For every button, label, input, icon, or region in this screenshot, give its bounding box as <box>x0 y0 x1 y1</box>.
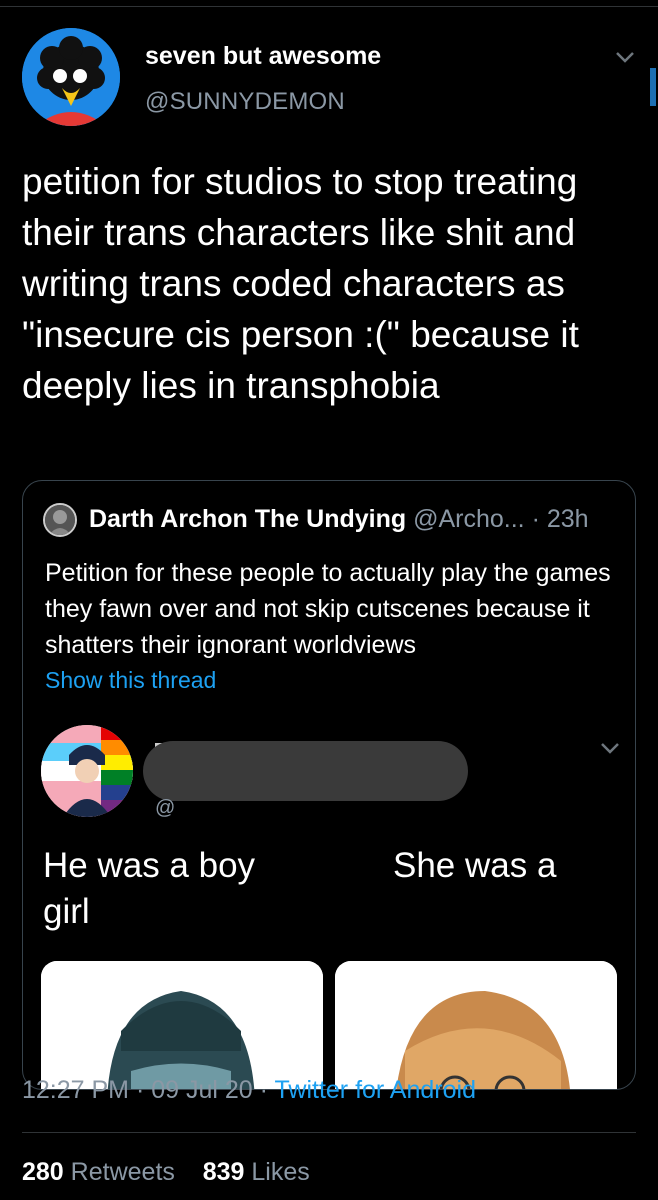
quote-avatar[interactable] <box>43 503 77 537</box>
embedded-avatar <box>41 725 133 817</box>
character-image-left <box>41 961 323 1089</box>
show-thread-link[interactable]: Show this thread <box>45 667 216 694</box>
author-name[interactable]: seven but awesome <box>145 42 381 71</box>
tweet-date: 09 Jul 20 <box>151 1076 253 1104</box>
retweets-label: Retweets <box>70 1158 175 1186</box>
stats-divider <box>22 1132 636 1133</box>
author-handle[interactable]: @SUNNYDEMON <box>145 88 345 116</box>
top-divider <box>0 6 658 7</box>
embedded-handle-fragment: @ <box>155 797 176 819</box>
embedded-text-right: She was a <box>393 846 557 885</box>
quoted-tweet[interactable]: Darth Archon The Undying @Archo... · 23h… <box>22 480 636 1090</box>
likes-label: Likes <box>251 1158 310 1186</box>
tweet-text: petition for studios to stop treating th… <box>22 161 579 406</box>
embedded-tweet-image: @ He was a boy girl She was a <box>23 713 635 1089</box>
meta-separator: · <box>135 1076 152 1104</box>
quote-text: Petition for these people to actually pl… <box>45 559 611 659</box>
tweet-header: seven but awesome @SUNNYDEMON <box>22 28 642 128</box>
likes-stat[interactable]: 839 Likes <box>203 1158 310 1186</box>
tweet-stats: 280 Retweets 839 Likes <box>22 1158 310 1187</box>
quote-header: Darth Archon The Undying @Archo... · 23h <box>89 505 589 534</box>
chevron-down-icon[interactable] <box>614 48 636 66</box>
quote-author-handle[interactable]: @Archo... <box>413 505 525 533</box>
likes-count: 839 <box>202 1158 245 1186</box>
embedded-text-left: He was a boy girl <box>43 846 256 931</box>
quote-author-name[interactable]: Darth Archon The Undying <box>89 505 406 533</box>
retweets-count: 280 <box>22 1158 64 1186</box>
quote-separator: · <box>531 505 547 533</box>
meta-separator: · <box>259 1076 275 1104</box>
tweet-metadata: 12:27 PM · 09 Jul 20 · Twitter for Andro… <box>22 1076 476 1105</box>
tweet-time: 12:27 PM <box>22 1076 130 1104</box>
avatar[interactable] <box>22 28 120 126</box>
retweets-stat[interactable]: 280 Retweets <box>22 1158 175 1186</box>
chevron-down-icon <box>599 739 621 757</box>
tweet-source-link[interactable]: Twitter for Android <box>275 1076 476 1104</box>
character-image-right <box>335 961 617 1089</box>
quote-age: 23h <box>546 505 589 533</box>
avatar-drawing <box>22 28 120 126</box>
redaction-bar <box>143 741 468 801</box>
scroll-indicator <box>650 68 656 106</box>
